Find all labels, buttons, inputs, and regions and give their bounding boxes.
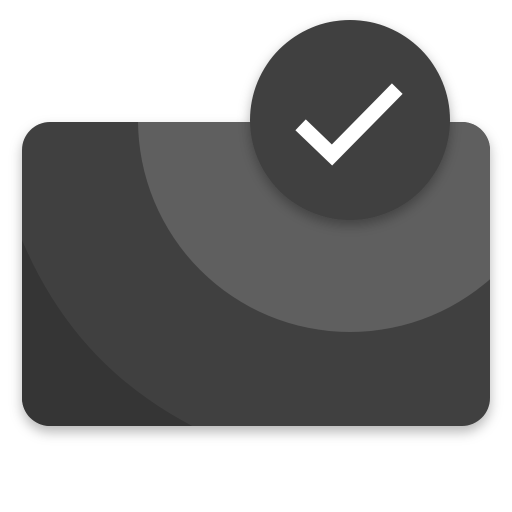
badge-circle xyxy=(250,20,450,220)
card-verified-icon xyxy=(22,20,490,426)
app-icon-canvas xyxy=(0,0,512,512)
verified-badge xyxy=(250,20,450,220)
